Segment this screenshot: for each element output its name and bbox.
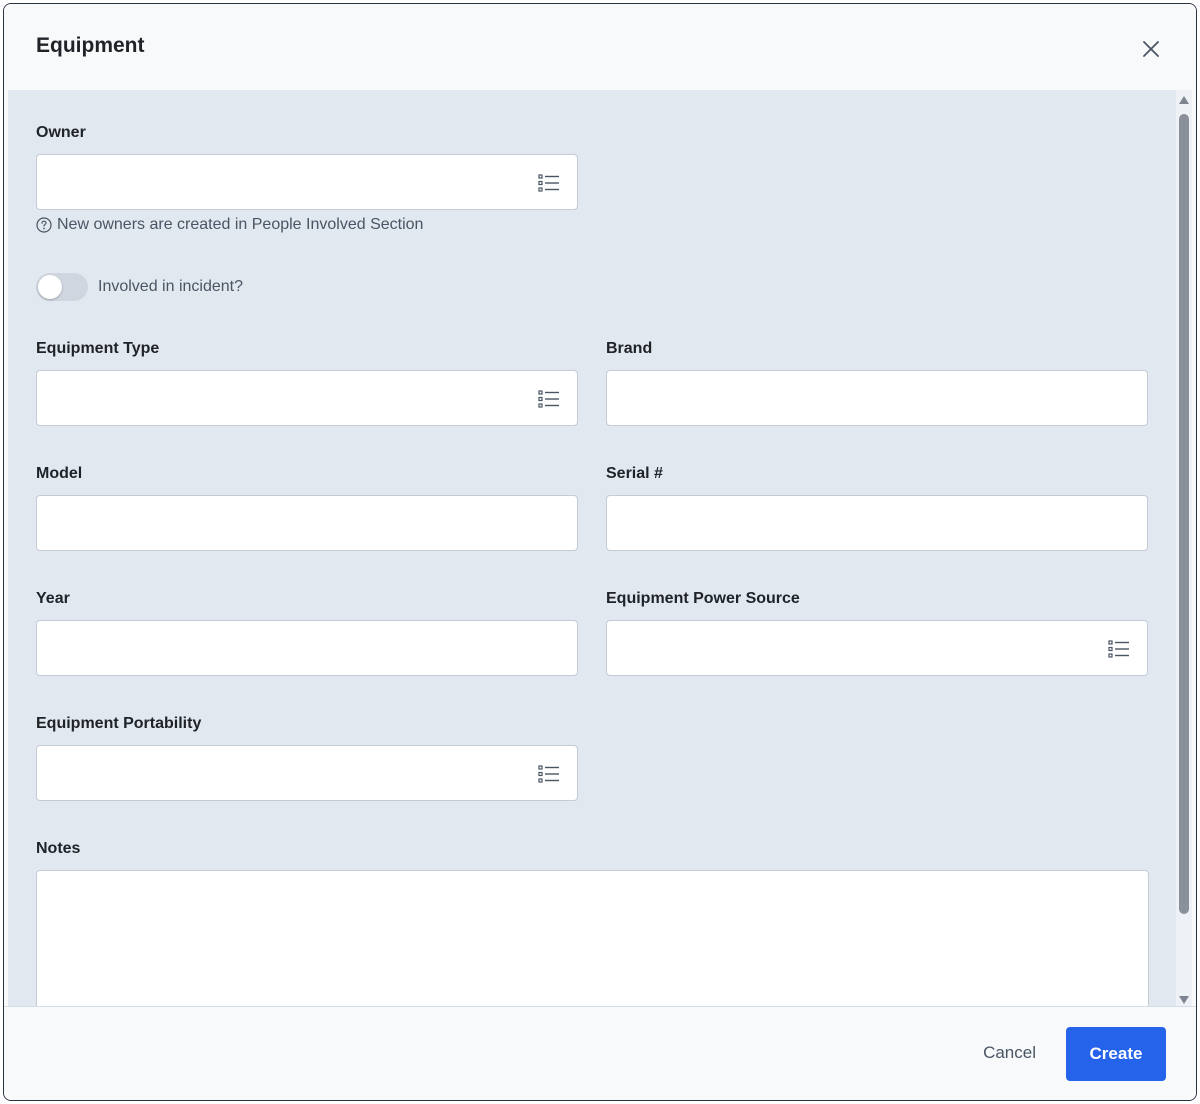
year-input[interactable] — [36, 620, 578, 676]
model-label: Model — [36, 465, 83, 482]
equipment-type-select[interactable] — [36, 370, 578, 426]
modal-title: Equipment — [36, 34, 145, 57]
involved-toggle[interactable] — [36, 273, 88, 301]
portability-select[interactable] — [36, 745, 578, 801]
equipment-modal: Equipment Owner New owners are created i… — [3, 3, 1197, 1101]
list-icon[interactable] — [1107, 637, 1131, 661]
brand-label: Brand — [606, 340, 653, 357]
year-label: Year — [36, 590, 70, 607]
modal-footer: Cancel Create — [4, 1006, 1196, 1100]
power-source-select[interactable] — [606, 620, 1148, 676]
modal-header: Equipment — [4, 4, 1196, 90]
close-icon — [1143, 41, 1159, 57]
notes-label: Notes — [36, 840, 81, 857]
scroll-thumb[interactable] — [1179, 114, 1189, 914]
model-input[interactable] — [36, 495, 578, 551]
notes-textarea[interactable] — [36, 870, 1149, 1008]
create-button[interactable]: Create — [1066, 1027, 1166, 1081]
owner-label: Owner — [36, 124, 86, 141]
list-icon[interactable] — [537, 387, 561, 411]
owner-hint: New owners are created in People Involve… — [36, 216, 423, 234]
scroll-down-icon[interactable] — [1179, 996, 1189, 1004]
involved-toggle-row: Involved in incident? — [36, 273, 243, 301]
owner-hint-text: New owners are created in People Involve… — [57, 216, 424, 233]
scroll-up-icon[interactable] — [1179, 96, 1189, 104]
equipment-type-label: Equipment Type — [36, 340, 160, 357]
scrollbar[interactable] — [1176, 90, 1192, 1008]
close-button[interactable] — [1136, 34, 1166, 64]
involved-toggle-label: Involved in incident? — [98, 278, 243, 295]
portability-label: Equipment Portability — [36, 715, 202, 732]
owner-select[interactable] — [36, 154, 578, 210]
list-icon[interactable] — [537, 171, 561, 195]
serial-input[interactable] — [606, 495, 1148, 551]
serial-label: Serial # — [606, 465, 663, 482]
power-source-label: Equipment Power Source — [606, 590, 800, 607]
modal-body[interactable]: Owner New owners are created in People I… — [8, 90, 1182, 1008]
brand-input[interactable] — [606, 370, 1148, 426]
cancel-button[interactable]: Cancel — [983, 1043, 1036, 1063]
help-circle-icon — [36, 217, 52, 233]
toggle-knob — [38, 275, 62, 299]
list-icon[interactable] — [537, 762, 561, 786]
